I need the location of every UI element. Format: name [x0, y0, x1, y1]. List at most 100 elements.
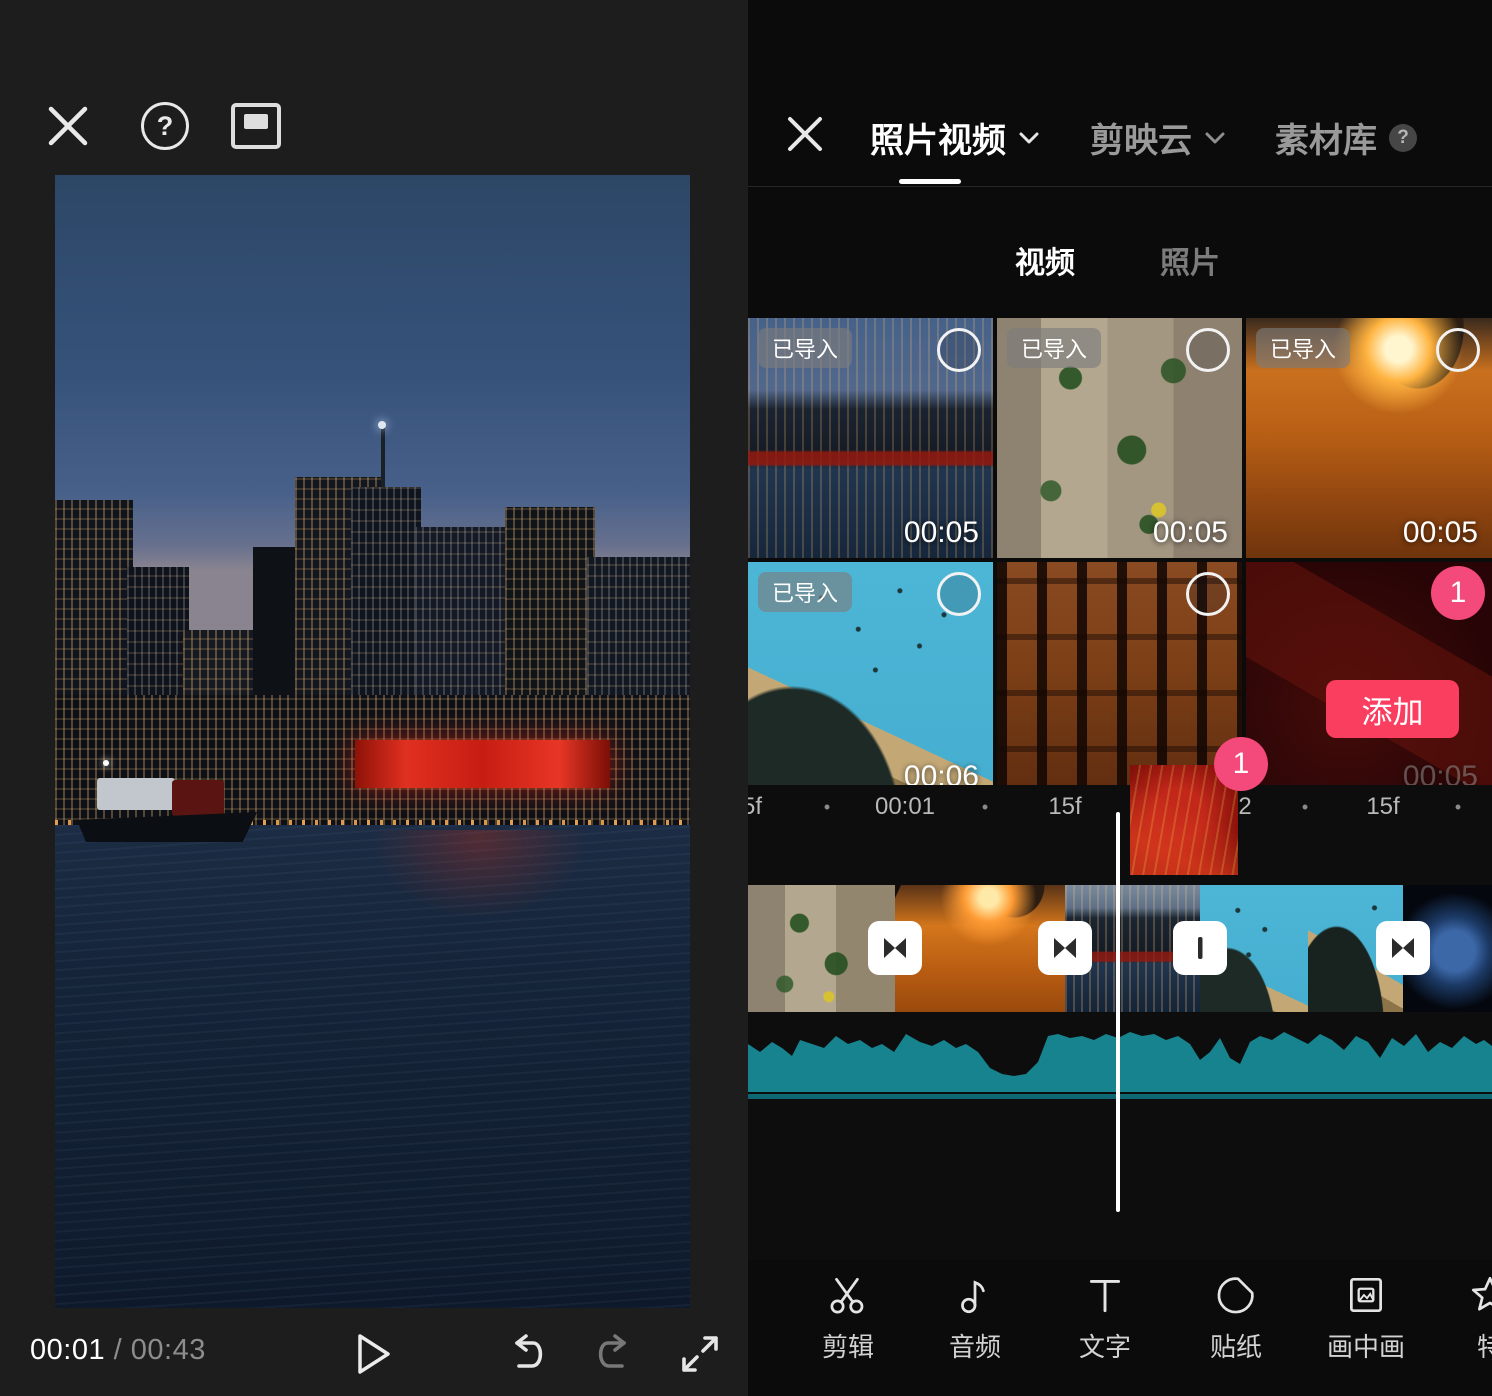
- media-item-sky-birds[interactable]: 已导入 00:06: [748, 562, 993, 802]
- header-divider: [748, 186, 1492, 187]
- transition-button[interactable]: [868, 921, 922, 975]
- tab-cloud[interactable]: 剪映云: [1090, 113, 1226, 162]
- transition-button[interactable]: [1173, 921, 1227, 975]
- imported-badge: 已导入: [758, 572, 852, 612]
- ruler-mark: 00:01: [875, 793, 935, 821]
- close-icon: [45, 103, 91, 149]
- transition-line-icon: [1184, 932, 1216, 964]
- help-icon: ?: [157, 111, 174, 142]
- playhead[interactable]: [1116, 812, 1120, 1212]
- ruler-mark: 15f: [1048, 793, 1081, 821]
- close-button[interactable]: [45, 103, 91, 154]
- ruler-mark: 15f: [1366, 793, 1399, 821]
- media-item-city-skyline[interactable]: 已导入 00:05: [748, 318, 993, 558]
- duration-label: 00:05: [1403, 516, 1478, 550]
- ruler-dot: •: [1302, 797, 1308, 818]
- sticker-icon: [1213, 1272, 1259, 1318]
- ruler-dot: •: [982, 797, 988, 818]
- spire-light: [378, 421, 386, 429]
- video-track[interactable]: [748, 885, 1492, 1012]
- tab-photo[interactable]: 照片: [1160, 238, 1220, 282]
- toolbar-audio[interactable]: 音频: [920, 1260, 1030, 1396]
- editing-toolbar: 剪辑 音频 文字 贴纸: [748, 1260, 1492, 1396]
- toolbar-sticker[interactable]: 贴纸: [1181, 1260, 1291, 1396]
- playback-controls: 00:01 / 00:43: [0, 1310, 748, 1396]
- transition-button[interactable]: [1038, 921, 1092, 975]
- drag-count-badge: 1: [1214, 737, 1268, 791]
- scissors-icon: [825, 1272, 871, 1318]
- text-icon: [1082, 1272, 1128, 1318]
- undo-button[interactable]: [505, 1334, 549, 1379]
- toolbar-label: 贴纸: [1181, 1327, 1291, 1364]
- time-display: 00:01 / 00:43: [30, 1334, 206, 1367]
- transition-bowtie-icon: [1387, 932, 1419, 964]
- video-preview[interactable]: [55, 175, 690, 1308]
- imported-badge: 已导入: [758, 328, 852, 368]
- play-button[interactable]: [356, 1332, 392, 1381]
- media-item-neon-sign[interactable]: 1 添加 00:05: [1246, 562, 1492, 802]
- boat-cabin: [97, 778, 175, 810]
- selection-circle-icon[interactable]: [1436, 328, 1480, 372]
- toolbar-label: 特: [1435, 1327, 1492, 1364]
- tab-library[interactable]: 素材库 ?: [1275, 113, 1417, 162]
- ruler-dot: •: [1455, 797, 1461, 818]
- current-time: 00:01: [30, 1334, 105, 1366]
- undo-icon: [505, 1334, 549, 1374]
- help-button[interactable]: ?: [141, 102, 189, 150]
- time-separator: /: [105, 1334, 131, 1366]
- fullscreen-button[interactable]: [678, 1332, 722, 1381]
- selection-circle-icon[interactable]: [937, 572, 981, 616]
- effects-star-icon: [1467, 1272, 1492, 1318]
- ruler-dot: •: [824, 797, 830, 818]
- duration-label: 00:05: [904, 516, 979, 550]
- selection-circle-icon[interactable]: [1186, 328, 1230, 372]
- media-grid: 已导入 00:05 已导入 00:05 已导入 00:05 已导入 00:06: [748, 318, 1492, 802]
- timeline[interactable]: 5f • 00:01 • 15f 2 • 15f •: [748, 785, 1492, 1260]
- chevron-down-icon: [1204, 131, 1226, 145]
- media-item-wall-lamp[interactable]: 已导入 00:05: [1246, 318, 1492, 558]
- boat-hull: [77, 808, 257, 842]
- picture-in-picture-icon: [1343, 1272, 1389, 1318]
- tab-label: 素材库: [1275, 113, 1377, 162]
- ferry-boat: [77, 760, 257, 850]
- toolbar-label: 剪辑: [793, 1327, 903, 1364]
- redo-button[interactable]: [592, 1334, 636, 1379]
- toolbar-effects[interactable]: 特: [1435, 1260, 1492, 1396]
- toolbar-pip[interactable]: 画中画: [1311, 1260, 1421, 1396]
- imported-badge: 已导入: [1256, 328, 1350, 368]
- red-lit-pier: [355, 740, 610, 788]
- display-mode-button[interactable]: [231, 103, 281, 149]
- selection-circle-icon[interactable]: [1186, 572, 1230, 616]
- audio-waveform[interactable]: [748, 1022, 1492, 1092]
- tab-video[interactable]: 视频: [1015, 238, 1075, 282]
- fullscreen-icon: [678, 1332, 722, 1376]
- ruler-mark: 5f: [748, 793, 762, 821]
- capcut-editor: ?: [0, 0, 1492, 1396]
- picker-close-button[interactable]: [785, 114, 825, 159]
- transition-button[interactable]: [1376, 921, 1430, 975]
- redo-icon: [592, 1334, 636, 1374]
- media-item-lemon-tree[interactable]: 已导入 00:05: [997, 318, 1242, 558]
- add-button[interactable]: 添加: [1326, 680, 1459, 738]
- transition-bowtie-icon: [1049, 932, 1081, 964]
- boat-light: [103, 760, 109, 766]
- audio-track-base: [748, 1094, 1492, 1099]
- transition-bowtie-icon: [879, 932, 911, 964]
- boat-structure: [172, 780, 224, 816]
- toolbar-edit[interactable]: 剪辑: [793, 1260, 903, 1396]
- imported-badge: 已导入: [1007, 328, 1101, 368]
- toolbar-text[interactable]: 文字: [1050, 1260, 1160, 1396]
- media-picker-panel: 照片视频 剪映云 素材库 ? 视频 照片 已导入 00:05: [748, 0, 1492, 1396]
- tab-label: 照片视频: [870, 113, 1006, 162]
- pier-reflection: [370, 830, 590, 920]
- preview-panel: ?: [0, 0, 748, 1396]
- ruler-mark: 2: [1238, 793, 1251, 821]
- tab-label: 剪映云: [1090, 113, 1192, 162]
- close-icon: [785, 114, 825, 154]
- chevron-down-icon: [1018, 131, 1040, 145]
- tab-photos-videos[interactable]: 照片视频: [870, 113, 1040, 162]
- selection-circle-icon[interactable]: [937, 328, 981, 372]
- antenna-spire: [381, 427, 385, 489]
- toolbar-label: 文字: [1050, 1327, 1160, 1364]
- library-help-icon[interactable]: ?: [1389, 124, 1417, 152]
